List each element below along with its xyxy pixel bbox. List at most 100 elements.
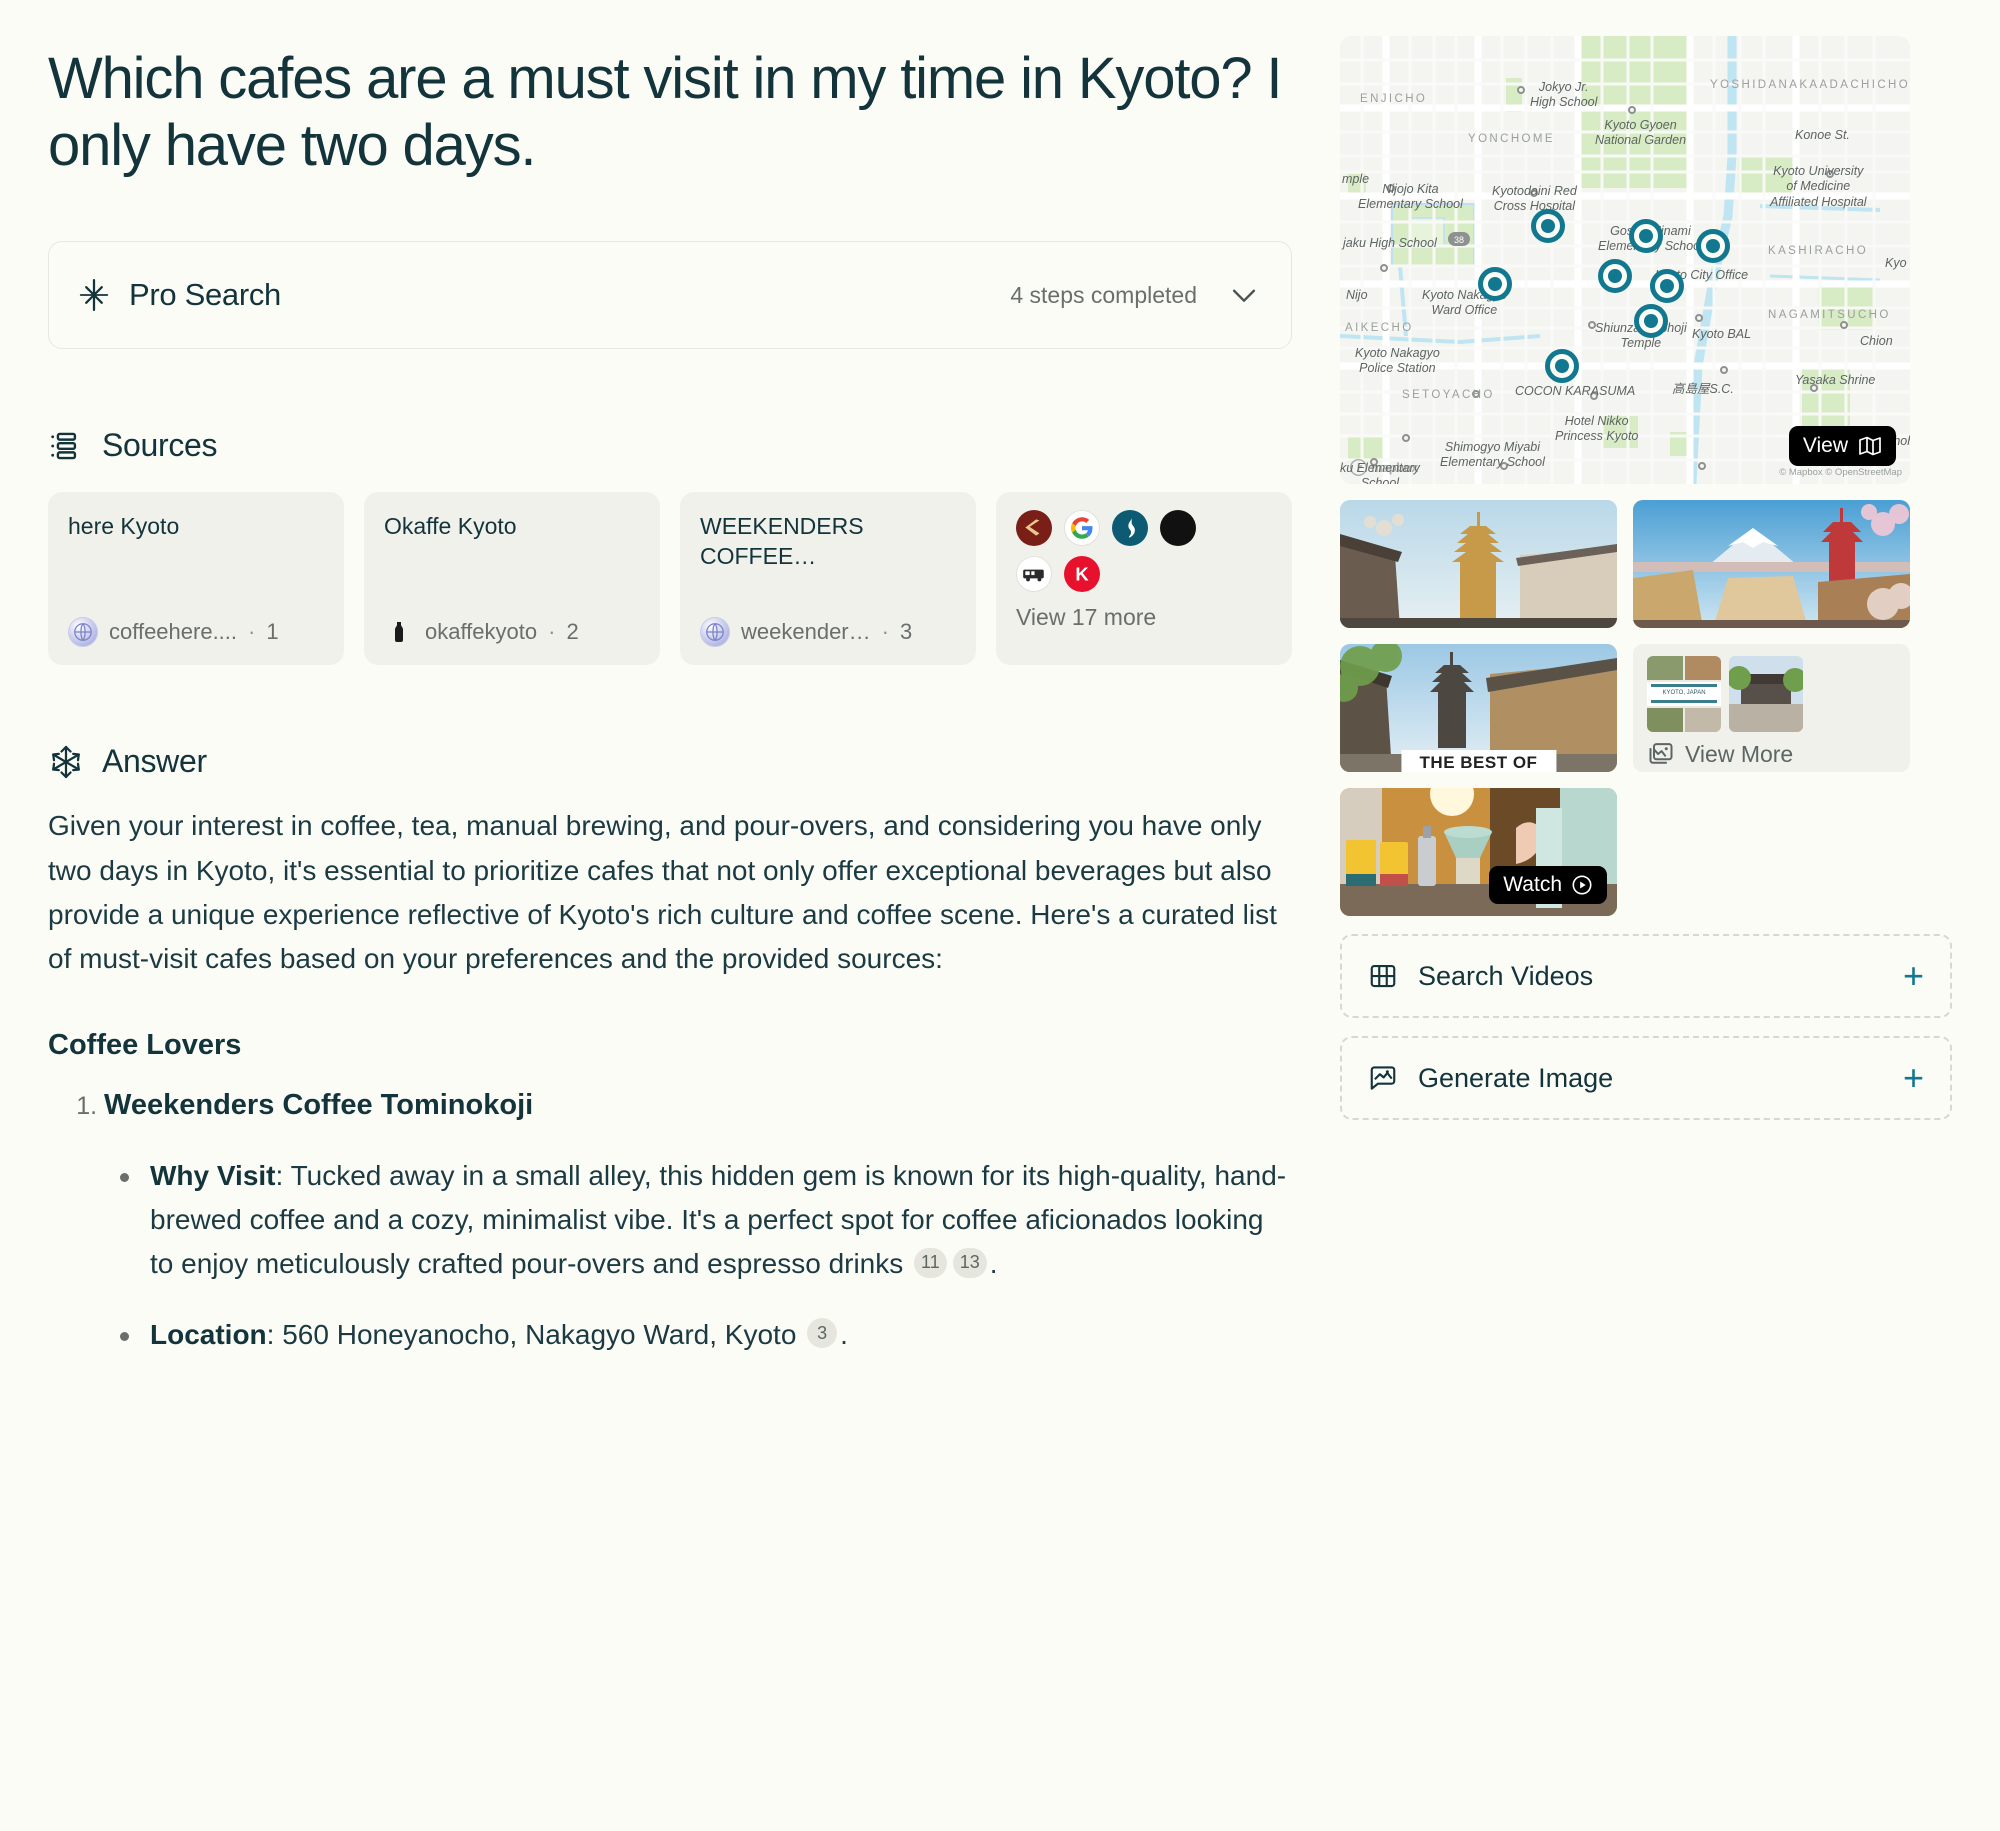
svg-text:K: K xyxy=(1075,564,1089,585)
image-caption: THE BEST OF xyxy=(1400,750,1557,772)
map-poi-dot xyxy=(1695,314,1703,322)
bullet-label: Location xyxy=(150,1318,267,1350)
pro-search-label: Pro Search xyxy=(129,277,281,313)
source-favicon-row-1 xyxy=(1016,510,1272,547)
answer-title: Answer xyxy=(102,743,207,780)
source-index: 3 xyxy=(899,619,913,645)
map-poi-dot xyxy=(1530,189,1538,197)
view-more-sources-label[interactable]: View 17 more xyxy=(1016,604,1272,631)
pro-search-right: 4 steps completed xyxy=(1010,278,1261,312)
map-marker[interactable] xyxy=(1598,259,1632,293)
mapbox-logo: mapbox xyxy=(1350,459,1418,476)
map-card[interactable]: 38 ENJICHO YONCHOME YOSHIDANAKAADACHICHO KA… xyxy=(1340,36,1910,484)
map-streets-svg: 38 xyxy=(1340,36,1910,484)
map-view-button[interactable]: View xyxy=(1788,426,1896,466)
citation-badge[interactable]: 11 xyxy=(914,1247,947,1278)
sources-list-icon xyxy=(48,429,82,463)
globe-icon xyxy=(68,617,98,648)
map-marker[interactable] xyxy=(1634,304,1668,338)
image-thumbnail-small: KYOTO, JAPAN xyxy=(1647,656,1721,732)
plus-icon[interactable]: + xyxy=(1903,958,1924,994)
sasa-icon xyxy=(1016,510,1052,547)
map-poi-dot xyxy=(1387,184,1395,192)
map-icon xyxy=(1858,434,1882,458)
search-videos-label: Search Videos xyxy=(1418,960,1594,991)
map-marker[interactable] xyxy=(1629,219,1663,253)
map-marker[interactable] xyxy=(1696,229,1730,263)
sidebar-media-column: 38 ENJICHO YONCHOME YOSHIDANAKAADACHICHO KA… xyxy=(1340,0,2000,1831)
list-item: Location: 560 Honeyanocho, Nakagyo Ward,… xyxy=(120,1313,1292,1357)
citation-badge[interactable]: 3 xyxy=(807,1317,838,1348)
watch-video-button[interactable]: Watch xyxy=(1489,866,1607,904)
source-card[interactable]: here Kyoto coffeehere.... · 1 xyxy=(48,492,344,666)
snowflake-icon xyxy=(48,744,84,780)
source-title: here Kyoto xyxy=(68,513,180,540)
source-favicon-row-2: K xyxy=(1016,556,1272,593)
sources-header: Sources xyxy=(48,427,1292,464)
map-poi-dot xyxy=(1810,384,1818,392)
map-view-label: View xyxy=(1802,434,1848,457)
view-more-sources-card[interactable]: K View 17 more xyxy=(996,492,1292,666)
map-attribution: © Mapbox © OpenStreetMap xyxy=(1779,467,1902,478)
map-marker[interactable] xyxy=(1650,269,1684,303)
globe-icon xyxy=(700,617,730,648)
image-thumbnail[interactable]: THE BEST OF xyxy=(1340,644,1617,772)
source-domain: weekender… xyxy=(741,619,871,645)
film-icon xyxy=(1368,961,1398,991)
generate-image-label: Generate Image xyxy=(1418,1062,1614,1093)
image-thumbnail[interactable] xyxy=(1340,500,1617,628)
view-more-images-label-row[interactable]: View More xyxy=(1647,740,1896,768)
search-videos-button[interactable]: Search Videos + xyxy=(1340,934,1952,1018)
pro-search-steps: 4 steps completed xyxy=(1010,281,1197,308)
source-separator: · xyxy=(248,619,256,645)
watch-label: Watch xyxy=(1503,873,1562,896)
pro-search-left: Pro Search xyxy=(77,277,281,313)
map-poi-dot xyxy=(1826,170,1834,178)
map-marker[interactable] xyxy=(1478,267,1512,301)
image-thumbnail[interactable] xyxy=(1633,500,1910,628)
generate-image-button[interactable]: Generate Image + xyxy=(1340,1036,1952,1120)
bus-icon xyxy=(1016,556,1052,593)
answer-intro-paragraph: Given your interest in coffee, tea, manu… xyxy=(48,810,1277,975)
source-card[interactable]: Okaffe Kyoto okaffekyoto · 2 xyxy=(364,492,660,666)
map-poi-dot xyxy=(1402,434,1410,442)
source-card[interactable]: WEEKENDERS COFFEE… weekender… · 3 xyxy=(680,492,976,666)
map-poi-dot xyxy=(1500,462,1508,470)
perplexity-answer-page: Which cafes are a must visit in my time … xyxy=(0,0,2000,1831)
bottle-icon xyxy=(384,617,414,647)
map-marker[interactable] xyxy=(1545,349,1579,383)
view-more-images-tile[interactable]: KYOTO, JAPAN View More xyxy=(1633,644,1910,772)
map-poi-dot xyxy=(1840,321,1848,329)
source-domain: okaffekyoto xyxy=(425,619,538,645)
play-circle-icon xyxy=(1571,874,1593,896)
citation-badge[interactable]: 13 xyxy=(952,1247,987,1278)
map-poi-dot xyxy=(1472,390,1480,398)
pro-search-panel[interactable]: Pro Search 4 steps completed xyxy=(48,241,1292,350)
chevron-down-icon[interactable] xyxy=(1227,278,1261,312)
source-separator: · xyxy=(548,619,556,645)
images-icon xyxy=(1647,740,1675,768)
source-title: WEEKENDERS COFFEE… xyxy=(700,513,864,570)
sparkle-icon xyxy=(77,278,111,312)
map-marker[interactable] xyxy=(1531,209,1565,243)
plus-icon[interactable]: + xyxy=(1903,1060,1924,1096)
video-thumbnail[interactable]: Watch xyxy=(1340,788,1617,916)
bullet-tail: . xyxy=(989,1248,998,1280)
image-message-icon xyxy=(1368,1063,1398,1093)
google-icon xyxy=(1064,510,1100,547)
source-separator: · xyxy=(881,619,889,645)
bullet-tail: . xyxy=(840,1318,848,1350)
tripadvisor-icon xyxy=(1112,510,1148,547)
list-item: Weekenders Coffee Tominokoji Why Visit: … xyxy=(104,1084,1292,1356)
page-title: Which cafes are a must visit in my time … xyxy=(48,46,1283,178)
answer-header: Answer xyxy=(48,743,1292,780)
black-dot-icon xyxy=(1160,510,1196,547)
answer-section-heading: Coffee Lovers xyxy=(48,1029,242,1062)
map-poi-dot xyxy=(1588,321,1596,329)
list-item: Why Visit: Tucked away in a small alley,… xyxy=(120,1154,1292,1287)
source-meta: okaffekyoto · 2 xyxy=(384,617,640,647)
map-poi-dot xyxy=(1720,366,1728,374)
media-thumbnail-grid: THE BEST OF KYOTO, JAPAN View More Watch xyxy=(1340,500,1952,916)
sources-row: here Kyoto coffeehere.... · 1 Okaffe Kyo… xyxy=(48,492,1292,666)
cafe-name: Weekenders Coffee Tominokoji xyxy=(104,1089,534,1122)
